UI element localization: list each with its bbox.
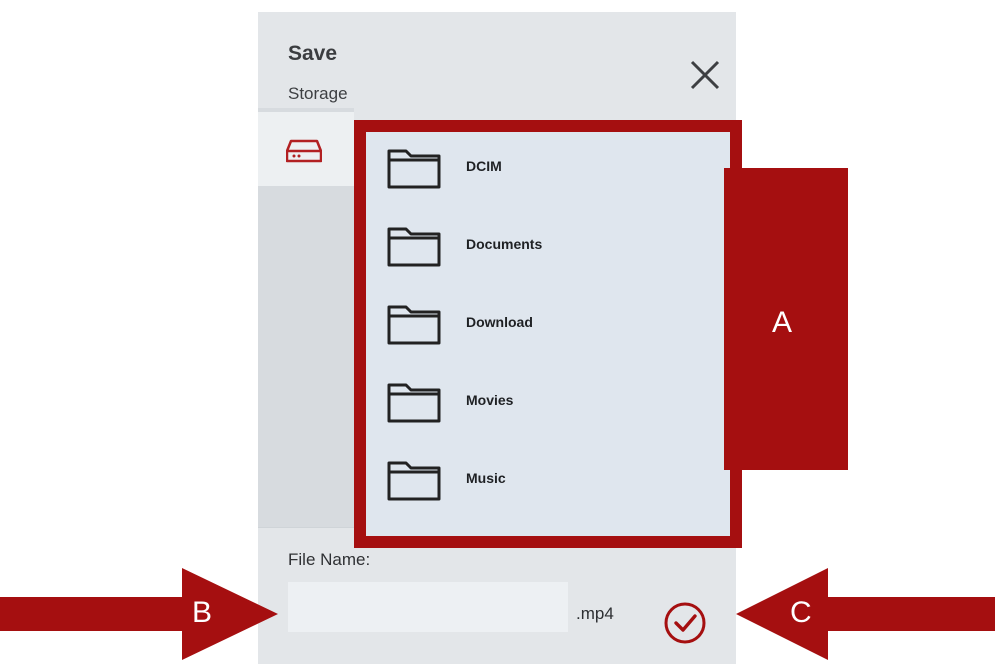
folder-item-movies[interactable]: Movies [366, 370, 726, 426]
folder-label: Music [466, 470, 506, 486]
hard-drive-icon [286, 139, 322, 163]
file-name-label: File Name: [288, 550, 371, 569]
sidebar-item-storage[interactable] [258, 112, 354, 186]
arrow-c [736, 568, 995, 660]
folder-label: Download [466, 314, 533, 330]
callout-b-label: B [192, 596, 213, 629]
folder-item-dcim[interactable]: DCIM [366, 136, 726, 192]
check-circle-icon [664, 602, 706, 644]
folder-icon [387, 461, 441, 501]
folder-icon [387, 227, 441, 267]
callout-a-label: A [772, 306, 793, 339]
folder-icon [387, 149, 441, 189]
close-button[interactable] [688, 58, 722, 92]
folder-label: DCIM [466, 158, 502, 174]
folder-item-documents[interactable]: Documents [366, 214, 726, 270]
arrow-b [0, 568, 278, 660]
callout-c-label: C [790, 596, 812, 629]
folder-icon [387, 383, 441, 423]
folder-icon [387, 305, 441, 345]
dialog-subtitle: Storage [288, 84, 348, 103]
callout-a: A [724, 168, 848, 470]
folder-label: Movies [466, 392, 514, 408]
folder-label: Documents [466, 236, 543, 252]
confirm-button[interactable] [662, 600, 708, 646]
dialog-title: Save [288, 42, 338, 65]
folder-item-download[interactable]: Download [366, 292, 726, 348]
close-icon [690, 60, 720, 90]
file-extension: .mp4 [576, 604, 614, 623]
file-name-input[interactable] [288, 582, 568, 632]
folder-list: DCIM Documents Download Movies Music [354, 120, 742, 548]
folder-item-music[interactable]: Music [366, 448, 726, 504]
